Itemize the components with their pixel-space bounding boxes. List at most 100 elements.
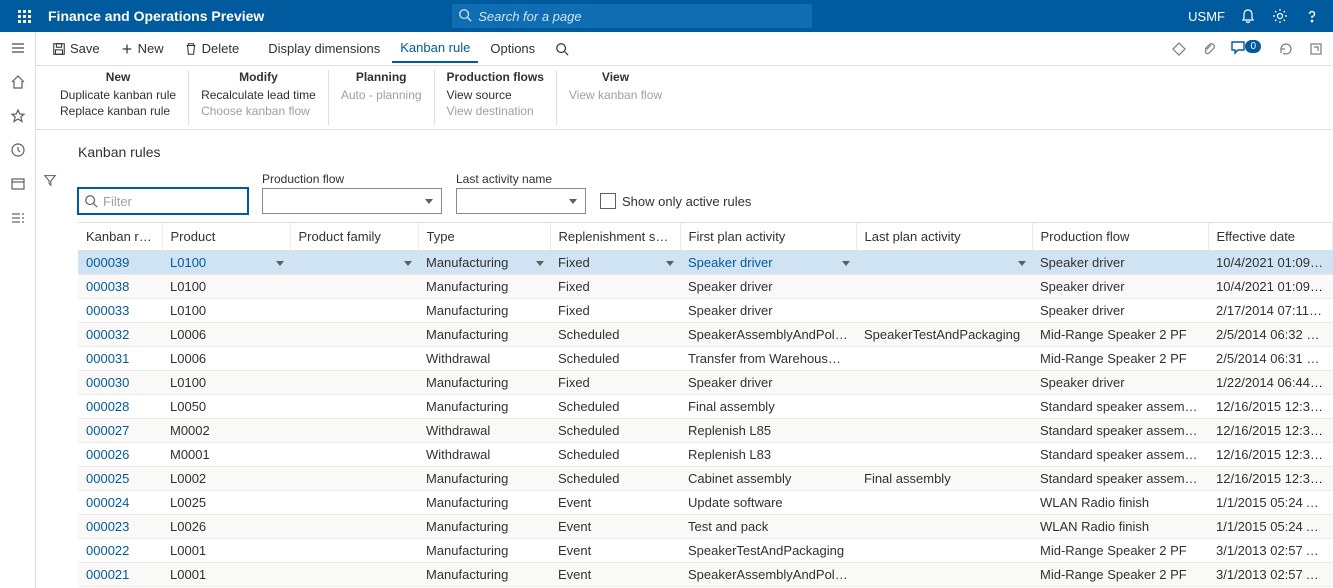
- popout-icon[interactable]: [1307, 40, 1325, 58]
- table-cell[interactable]: [290, 563, 418, 587]
- table-row[interactable]: 000039L0100ManufacturingFixedSpeaker dri…: [78, 251, 1333, 275]
- table-row[interactable]: 000026M0001WithdrawalScheduledReplenish …: [78, 443, 1333, 467]
- table-cell[interactable]: SpeakerAssemblyAndPolish: [680, 563, 856, 587]
- link-cell[interactable]: 000027: [86, 423, 129, 438]
- bell-icon[interactable]: [1239, 7, 1257, 25]
- table-cell[interactable]: [290, 371, 418, 395]
- table-cell[interactable]: Final assembly: [680, 395, 856, 419]
- table-cell[interactable]: Final assembly: [856, 467, 1032, 491]
- column-header[interactable]: First plan activity: [680, 223, 856, 251]
- table-cell[interactable]: Test and pack: [680, 515, 856, 539]
- last-activity-dropdown[interactable]: [456, 188, 586, 214]
- table-cell[interactable]: Withdrawal: [418, 347, 550, 371]
- modules-icon[interactable]: [8, 208, 28, 228]
- table-cell[interactable]: Speaker driver: [680, 251, 856, 275]
- table-cell[interactable]: Scheduled: [550, 347, 680, 371]
- table-cell[interactable]: L0050: [162, 395, 290, 419]
- refresh-icon[interactable]: [1277, 40, 1295, 58]
- ribbon-item[interactable]: Recalculate lead time: [201, 88, 316, 102]
- table-cell[interactable]: [856, 395, 1032, 419]
- table-cell[interactable]: Mid-Range Speaker 2 PF: [1032, 347, 1208, 371]
- link-cell[interactable]: 000032: [86, 327, 129, 342]
- table-cell[interactable]: Manufacturing: [418, 299, 550, 323]
- table-cell[interactable]: L0002: [162, 467, 290, 491]
- table-cell[interactable]: Cabinet assembly: [680, 467, 856, 491]
- display-dimensions-button[interactable]: Display dimensions: [260, 37, 388, 60]
- table-cell[interactable]: [856, 299, 1032, 323]
- table-cell[interactable]: 10/4/2021 01:09 AM: [1208, 275, 1333, 299]
- table-cell[interactable]: 3/1/2013 02:57 AM: [1208, 563, 1333, 587]
- table-cell[interactable]: [290, 539, 418, 563]
- table-cell[interactable]: [290, 419, 418, 443]
- table-cell[interactable]: [290, 251, 418, 275]
- table-cell[interactable]: Scheduled: [550, 419, 680, 443]
- table-cell[interactable]: L0025: [162, 491, 290, 515]
- table-cell[interactable]: L0100: [162, 371, 290, 395]
- table-cell[interactable]: [856, 371, 1032, 395]
- table-cell[interactable]: Event: [550, 515, 680, 539]
- table-cell[interactable]: L0006: [162, 323, 290, 347]
- table-cell[interactable]: M0002: [162, 419, 290, 443]
- table-cell[interactable]: Event: [550, 563, 680, 587]
- table-cell[interactable]: 000027: [78, 419, 162, 443]
- table-row[interactable]: 000025L0002ManufacturingScheduledCabinet…: [78, 467, 1333, 491]
- messages-button[interactable]: 0: [1230, 39, 1265, 58]
- table-cell[interactable]: 2/5/2014 06:31 PM: [1208, 347, 1333, 371]
- table-row[interactable]: 000022L0001ManufacturingEventSpeakerTest…: [78, 539, 1333, 563]
- table-cell[interactable]: 12/16/2015 12:36 AM: [1208, 443, 1333, 467]
- table-cell[interactable]: Mid-Range Speaker 2 PF: [1032, 539, 1208, 563]
- table-cell[interactable]: WLAN Radio finish: [1032, 491, 1208, 515]
- table-cell[interactable]: SpeakerTestAndPackaging: [856, 323, 1032, 347]
- table-cell[interactable]: Fixed: [550, 275, 680, 299]
- table-cell[interactable]: [290, 275, 418, 299]
- table-cell[interactable]: [856, 563, 1032, 587]
- table-cell[interactable]: 10/4/2021 01:09 AM: [1208, 251, 1333, 275]
- table-cell[interactable]: 1/1/2015 05:24 AM: [1208, 491, 1333, 515]
- attach-icon[interactable]: [1200, 40, 1218, 58]
- table-cell[interactable]: Manufacturing: [418, 467, 550, 491]
- table-cell[interactable]: [856, 347, 1032, 371]
- help-icon[interactable]: [1303, 7, 1321, 25]
- quick-filter-input[interactable]: [78, 188, 248, 214]
- company-label[interactable]: USMF: [1188, 9, 1225, 24]
- table-cell[interactable]: Replenish L85: [680, 419, 856, 443]
- table-cell[interactable]: Standard speaker assembly: [1032, 467, 1208, 491]
- table-row[interactable]: 000032L0006ManufacturingScheduledSpeaker…: [78, 323, 1333, 347]
- table-cell[interactable]: Speaker driver: [1032, 251, 1208, 275]
- funnel-icon[interactable]: [40, 170, 60, 190]
- link-cell[interactable]: 000039: [86, 255, 129, 270]
- column-header[interactable]: Product family: [290, 223, 418, 251]
- table-cell[interactable]: 000021: [78, 563, 162, 587]
- table-cell[interactable]: Fixed: [550, 251, 680, 275]
- link-cell[interactable]: L0100: [170, 255, 206, 270]
- table-cell[interactable]: [290, 299, 418, 323]
- table-cell[interactable]: Standard speaker assembly: [1032, 419, 1208, 443]
- column-header[interactable]: Effective date: [1208, 223, 1333, 251]
- table-cell[interactable]: Event: [550, 491, 680, 515]
- column-header[interactable]: Product: [162, 223, 290, 251]
- table-cell[interactable]: L0001: [162, 563, 290, 587]
- table-cell[interactable]: SpeakerAssemblyAndPolish: [680, 323, 856, 347]
- table-cell[interactable]: 000033: [78, 299, 162, 323]
- show-active-checkbox-wrap[interactable]: Show only active rules: [600, 188, 751, 214]
- table-cell[interactable]: L0100: [162, 251, 290, 275]
- link-cell[interactable]: 000025: [86, 471, 129, 486]
- table-cell[interactable]: 000028: [78, 395, 162, 419]
- table-cell[interactable]: L0006: [162, 347, 290, 371]
- table-cell[interactable]: 12/16/2015 12:36 AM: [1208, 419, 1333, 443]
- kanban-rule-tab[interactable]: Kanban rule: [392, 36, 478, 63]
- link-cell[interactable]: 000021: [86, 567, 129, 582]
- diamond-icon[interactable]: [1170, 40, 1188, 58]
- link-cell[interactable]: 000030: [86, 375, 129, 390]
- table-cell[interactable]: 2/5/2014 06:32 PM: [1208, 323, 1333, 347]
- table-cell[interactable]: [856, 539, 1032, 563]
- table-cell[interactable]: Manufacturing: [418, 371, 550, 395]
- table-cell[interactable]: 000026: [78, 443, 162, 467]
- table-cell[interactable]: Mid-Range Speaker 2 PF: [1032, 563, 1208, 587]
- table-cell[interactable]: SpeakerTestAndPackaging: [680, 539, 856, 563]
- table-cell[interactable]: [290, 395, 418, 419]
- table-cell[interactable]: Mid-Range Speaker 2 PF: [1032, 323, 1208, 347]
- table-cell[interactable]: [856, 515, 1032, 539]
- table-cell[interactable]: Manufacturing: [418, 275, 550, 299]
- table-cell[interactable]: WLAN Radio finish: [1032, 515, 1208, 539]
